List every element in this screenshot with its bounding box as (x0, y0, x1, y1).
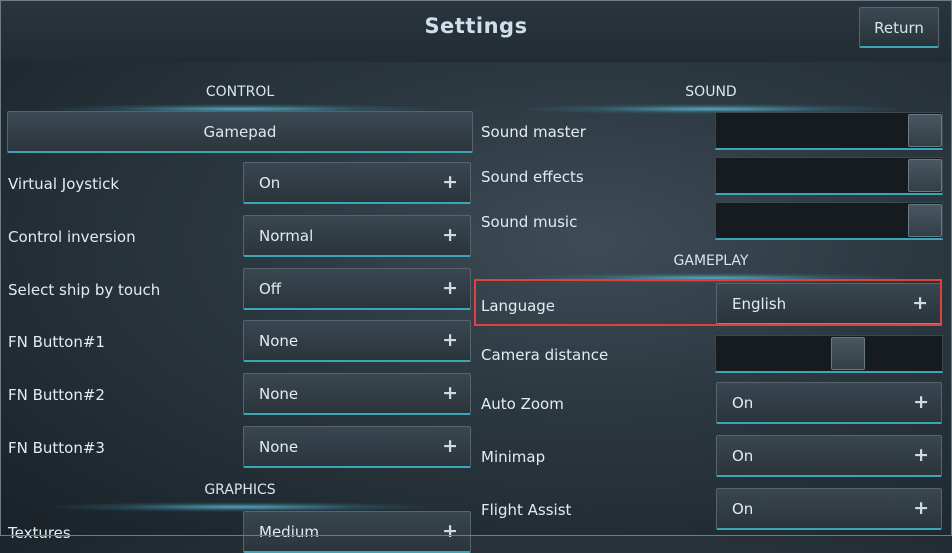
window-frame (0, 0, 952, 536)
